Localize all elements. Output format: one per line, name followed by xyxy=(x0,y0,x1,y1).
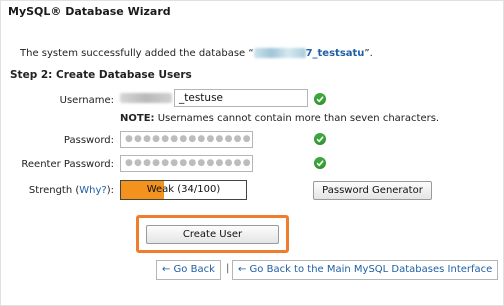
redacted-db-prefix xyxy=(253,48,306,58)
username-valid-check-icon xyxy=(314,93,326,105)
strength-meter: Weak (34/100) xyxy=(120,180,247,200)
go-back-link[interactable]: ← Go Back xyxy=(156,260,221,280)
strength-label: Strength (Why?): xyxy=(6,185,114,196)
step-heading: Step 2: Create Database Users xyxy=(10,69,192,81)
reenter-password-input[interactable]: ●●●●●●●●●●●●●●●●●●●● xyxy=(120,155,253,172)
go-back-main-link[interactable]: ← Go Back to the Main MySQL Databases In… xyxy=(232,260,499,280)
username-row: _testuse xyxy=(120,89,308,108)
note-text: Usernames cannot contain more than seven… xyxy=(154,113,440,124)
username-note: NOTE: Usernames cannot contain more than… xyxy=(120,113,439,124)
success-prefix: The system successfully added the databa… xyxy=(20,48,254,59)
username-input[interactable]: _testuse xyxy=(174,89,308,107)
password-input[interactable]: ●●●●●●●●●●●●●●●●●●●● xyxy=(120,131,253,148)
username-label: Username: xyxy=(59,95,114,106)
password-label: Password: xyxy=(63,135,114,146)
create-user-button[interactable]: Create User xyxy=(146,225,279,244)
success-suffix: ”. xyxy=(364,48,373,59)
note-label: NOTE: xyxy=(120,113,155,124)
redacted-username-prefix xyxy=(120,93,172,103)
reenter-valid-check-icon xyxy=(314,157,326,169)
why-link[interactable]: Why? xyxy=(79,185,106,196)
password-valid-check-icon xyxy=(314,133,326,145)
strength-label-suffix: ): xyxy=(106,185,114,196)
strength-label-prefix: Strength ( xyxy=(28,185,80,196)
success-message: The system successfully added the databa… xyxy=(20,48,373,59)
page-title: MySQL® Database Wizard xyxy=(8,5,171,18)
password-generator-button[interactable]: Password Generator xyxy=(313,181,432,200)
database-name: 7_testsatu xyxy=(305,48,365,59)
nav-separator: | xyxy=(226,263,230,274)
strength-meter-text: Weak (34/100) xyxy=(146,184,221,195)
reenter-password-label: Reenter Password: xyxy=(21,159,114,170)
